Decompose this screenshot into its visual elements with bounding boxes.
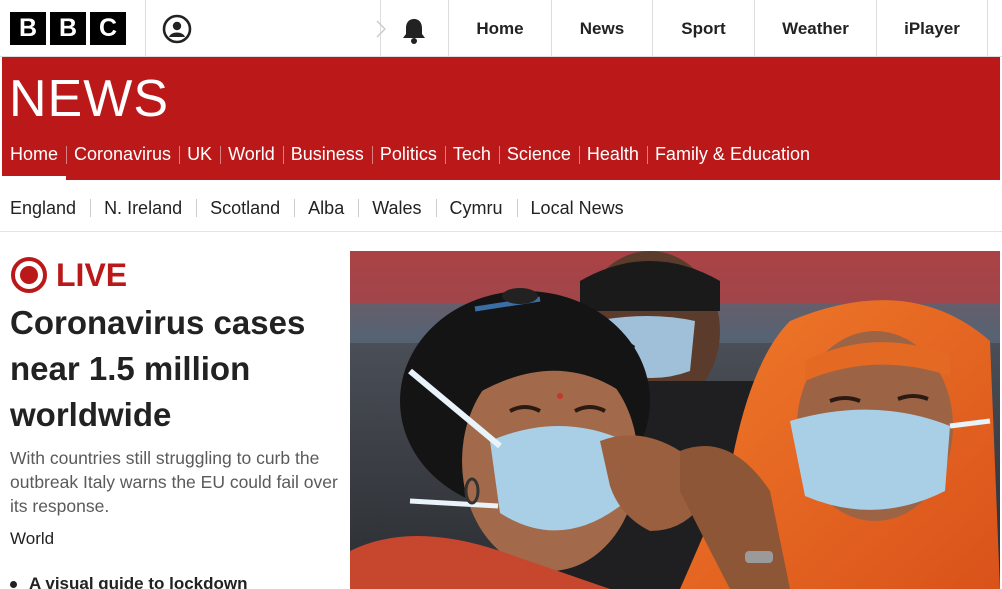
news-photo-masked-women bbox=[350, 251, 1000, 589]
mainnav-science[interactable]: Science bbox=[498, 137, 579, 180]
mainnav-world[interactable]: World bbox=[220, 137, 283, 180]
story-summary: With countries still struggling to curb … bbox=[10, 448, 338, 516]
regional-navigation: England N. Ireland Scotland Alba Wales C… bbox=[0, 184, 1002, 232]
main-navigation: Home Coronavirus UK World Business Polit… bbox=[2, 137, 818, 180]
mainnav-tech[interactable]: Tech bbox=[444, 137, 499, 180]
user-account-icon[interactable] bbox=[160, 12, 194, 46]
subnav-england[interactable]: England bbox=[0, 196, 90, 220]
bbc-logo-letter: B bbox=[10, 12, 46, 45]
live-label: LIVE bbox=[56, 257, 128, 293]
story-section-tag[interactable]: World bbox=[10, 529, 54, 549]
subnav-alba[interactable]: Alba bbox=[294, 196, 358, 220]
top-navigation: Home News Sport Weather iPlayer bbox=[448, 0, 988, 57]
news-title[interactable]: NEWS bbox=[9, 69, 169, 129]
bbc-logo[interactable]: B B C bbox=[10, 12, 126, 45]
bbc-logo-letter: C bbox=[90, 12, 126, 45]
topnav-home[interactable]: Home bbox=[448, 0, 551, 57]
live-indicator: LIVE bbox=[10, 256, 127, 294]
news-masthead: NEWS Home Coronavirus UK World Business … bbox=[2, 57, 1000, 180]
story-headline[interactable]: Coronavirus cases near 1.5 million world… bbox=[10, 300, 340, 438]
related-link[interactable]: A visual guide to lockdown bbox=[10, 574, 248, 589]
subnav-wales[interactable]: Wales bbox=[358, 196, 435, 220]
divider bbox=[145, 0, 146, 57]
related-link-label: A visual guide to lockdown bbox=[29, 574, 248, 589]
mainnav-business[interactable]: Business bbox=[282, 137, 372, 180]
topnav-iplayer[interactable]: iPlayer bbox=[876, 0, 988, 57]
mainnav-politics[interactable]: Politics bbox=[371, 137, 445, 180]
story-image[interactable] bbox=[350, 251, 1000, 589]
chevron-right-icon bbox=[376, 20, 386, 38]
topnav-sport[interactable]: Sport bbox=[652, 0, 754, 57]
mainnav-home[interactable]: Home bbox=[2, 137, 67, 180]
mainnav-coronavirus[interactable]: Coronavirus bbox=[66, 137, 179, 180]
bullet-icon bbox=[10, 580, 17, 588]
subnav-local-news[interactable]: Local News bbox=[516, 196, 638, 220]
topnav-news[interactable]: News bbox=[551, 0, 652, 57]
subnav-scotland[interactable]: Scotland bbox=[196, 196, 294, 220]
bbc-logo-letter: B bbox=[50, 12, 86, 45]
mainnav-health[interactable]: Health bbox=[578, 137, 647, 180]
subnav-n-ireland[interactable]: N. Ireland bbox=[90, 196, 196, 220]
subnav-cymru[interactable]: Cymru bbox=[435, 196, 517, 220]
mainnav-family-education[interactable]: Family & Education bbox=[646, 137, 818, 180]
bell-icon[interactable] bbox=[398, 14, 430, 46]
live-icon bbox=[11, 257, 47, 293]
bbc-top-bar: B B C Home News Sport Weather iPlayer bbox=[0, 0, 1002, 57]
mainnav-uk[interactable]: UK bbox=[179, 137, 220, 180]
topnav-weather[interactable]: Weather bbox=[754, 0, 876, 57]
